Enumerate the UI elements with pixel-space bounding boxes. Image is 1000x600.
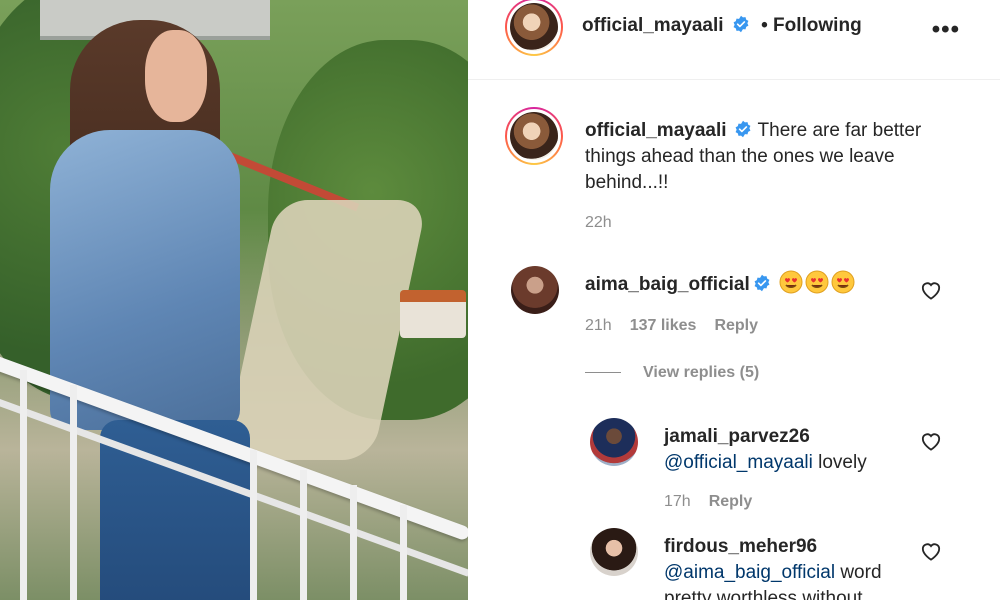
comment-likes-count[interactable]: 137 likes bbox=[630, 317, 697, 334]
reply-reply-button[interactable]: Reply bbox=[709, 493, 753, 510]
photo-railing-post bbox=[350, 485, 357, 600]
comment-timestamp[interactable]: 21h bbox=[585, 317, 612, 334]
post-side-panel: official_mayaali • Following ••• officia… bbox=[468, 0, 1000, 600]
like-comment-heart-icon[interactable] bbox=[920, 280, 942, 300]
post-photo[interactable] bbox=[0, 0, 468, 600]
view-replies-label: View replies (5) bbox=[643, 364, 760, 381]
comment-meta: 21h 137 likes Reply bbox=[585, 317, 776, 335]
reply-mention-link[interactable]: @official_mayaali bbox=[664, 452, 813, 473]
photo-railing-post bbox=[400, 505, 407, 600]
photo-railing-post bbox=[70, 385, 77, 600]
reply-username[interactable]: firdous_meher96 bbox=[664, 536, 817, 557]
more-options-icon[interactable]: ••• bbox=[932, 16, 960, 44]
reply-text: word bbox=[835, 562, 882, 583]
reply-mention-link[interactable]: @aima_baig_official bbox=[664, 562, 835, 583]
photo-railing-post bbox=[250, 450, 257, 600]
photo-face bbox=[145, 30, 207, 122]
photo-railing-post bbox=[300, 470, 307, 600]
comment: aima_baig_official bbox=[585, 270, 855, 296]
author-info: official_mayaali • Following bbox=[582, 15, 862, 37]
view-replies-button[interactable]: View replies (5) bbox=[585, 364, 759, 382]
following-button[interactable]: • Following bbox=[761, 15, 862, 36]
photo-truck bbox=[400, 290, 466, 338]
reply-text-continued: pretty worthless without bbox=[664, 588, 863, 600]
photo-path bbox=[222, 200, 428, 460]
reply-meta: 17h Reply bbox=[664, 493, 770, 511]
caption-username[interactable]: official_mayaali bbox=[585, 120, 727, 141]
heart-eyes-emoji-icon bbox=[779, 270, 803, 294]
post-caption: official_mayaali There are far better thi… bbox=[585, 118, 965, 196]
comment-reply-button[interactable]: Reply bbox=[714, 317, 758, 334]
verified-badge-icon bbox=[754, 274, 770, 292]
author-username[interactable]: official_mayaali bbox=[582, 15, 724, 36]
commenter-avatar[interactable] bbox=[511, 266, 559, 314]
comment-username[interactable]: aima_baig_official bbox=[585, 274, 750, 295]
reply: jamali_parvez26 @official_mayaali lovely bbox=[664, 424, 867, 476]
author-avatar[interactable] bbox=[505, 0, 563, 56]
reply-username[interactable]: jamali_parvez26 bbox=[664, 426, 810, 447]
verified-badge-icon bbox=[735, 120, 750, 138]
caption-timestamp[interactable]: 22h bbox=[585, 214, 612, 232]
reply-timestamp[interactable]: 17h bbox=[664, 493, 691, 510]
heart-eyes-emoji-icon bbox=[831, 270, 855, 294]
reply-text: lovely bbox=[812, 452, 867, 473]
photo-railing-post bbox=[20, 370, 27, 600]
post-header: official_mayaali • Following ••• bbox=[468, 0, 1000, 80]
reply-avatar[interactable] bbox=[590, 528, 638, 576]
like-reply-heart-icon[interactable] bbox=[920, 431, 942, 451]
view-replies-divider bbox=[585, 372, 621, 374]
like-reply-heart-icon[interactable] bbox=[920, 541, 942, 561]
verified-badge-icon bbox=[733, 15, 749, 33]
caption-author-avatar[interactable] bbox=[505, 107, 563, 165]
reply: firdous_meher96 @aima_baig_official word… bbox=[664, 534, 882, 600]
heart-eyes-emoji-icon bbox=[805, 270, 829, 294]
reply-avatar[interactable] bbox=[590, 418, 638, 466]
